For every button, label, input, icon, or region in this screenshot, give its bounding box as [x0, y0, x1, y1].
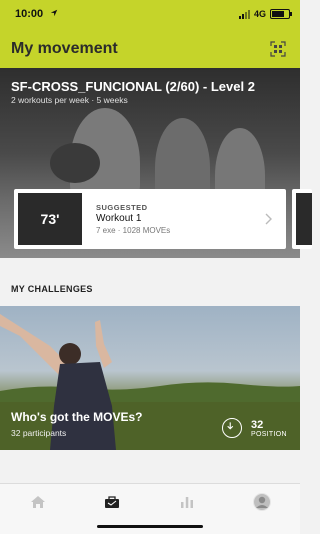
- status-bar: 10:00 4G: [0, 0, 300, 30]
- bar-chart-icon: [181, 497, 193, 508]
- battery-icon: [270, 9, 292, 19]
- home-indicator: [97, 525, 203, 528]
- program-title: SF-CROSS_FUNCIONAL (2/60) - Level 2: [11, 79, 255, 94]
- challenge-participants: 32 participants: [11, 428, 67, 438]
- section-title-challenges: MY CHALLENGES: [11, 284, 93, 294]
- signal-icon: [238, 9, 250, 19]
- position-label: POSITION: [251, 431, 287, 438]
- tab-workouts[interactable]: [92, 492, 132, 512]
- workout-card[interactable]: 73' SUGGESTED Workout 1 7 exe · 1028 MOV…: [14, 189, 286, 249]
- workout-name: Workout 1: [96, 213, 142, 224]
- kettlebell-shape: [50, 143, 100, 183]
- next-workout-thumb: [296, 193, 312, 245]
- status-time: 10:00: [15, 8, 44, 20]
- program-subtitle: 2 workouts per week · 5 weeks: [11, 95, 128, 105]
- page-title: My movement: [11, 40, 118, 57]
- status-indicators: 4G: [238, 8, 292, 20]
- next-workout-card[interactable]: [292, 189, 312, 249]
- chevron-right-icon: [265, 213, 272, 225]
- home-icon: [31, 496, 45, 508]
- suggested-tag: SUGGESTED: [96, 203, 148, 212]
- network-type: 4G: [253, 9, 266, 19]
- tab-stats[interactable]: [167, 492, 207, 512]
- tab-home[interactable]: [18, 492, 58, 512]
- challenge-title: Who's got the MOVEs?: [11, 410, 143, 424]
- download-arrow-icon[interactable]: [222, 418, 242, 438]
- position-value: 32: [251, 419, 264, 431]
- location-arrow-icon: [50, 9, 58, 17]
- workout-meta: 7 exe · 1028 MOVEs: [96, 226, 171, 235]
- workout-duration: 73': [18, 193, 82, 245]
- avatar-icon: [253, 493, 271, 511]
- qr-scan-icon[interactable]: [270, 41, 286, 57]
- app-header: My movement: [0, 30, 300, 68]
- tab-profile[interactable]: [242, 492, 282, 512]
- challenge-card[interactable]: Who's got the MOVEs? 32 participants 32 …: [0, 306, 300, 450]
- briefcase-icon: [105, 496, 119, 508]
